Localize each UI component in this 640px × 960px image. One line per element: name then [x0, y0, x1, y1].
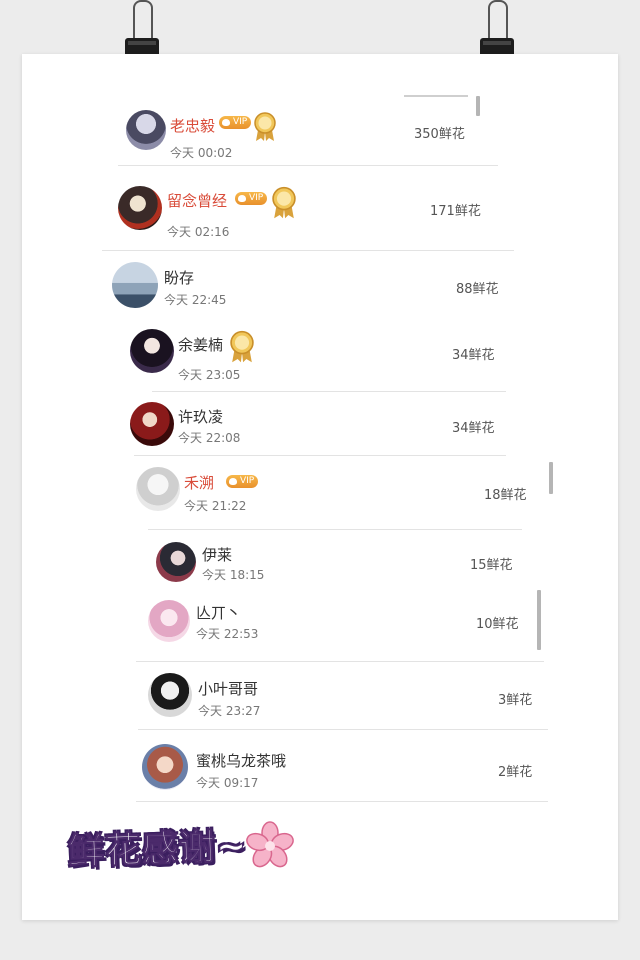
row-divider	[152, 391, 506, 392]
timestamp: 今天 22:08	[178, 431, 241, 445]
row-divider	[148, 529, 522, 530]
avatar[interactable]	[148, 673, 192, 717]
user-name[interactable]: 禾溯	[184, 472, 214, 493]
avatar[interactable]	[130, 329, 174, 373]
list-item[interactable]: 许玖凌 今天 22:08 34鲜花	[122, 394, 506, 456]
list-item[interactable]: 蜜桃乌龙茶哦 今天 09:17 2鲜花	[136, 734, 548, 802]
list-item[interactable]: 留念曾经 VIP 今天 02:16 171鲜花	[102, 172, 514, 251]
list-item[interactable]: 伊莱 今天 18:15 15鲜花	[150, 534, 522, 590]
timestamp: 今天 23:05	[178, 368, 241, 382]
row-divider	[134, 455, 506, 456]
avatar[interactable]	[126, 110, 166, 150]
avatar[interactable]	[118, 186, 162, 230]
timestamp: 今天 23:27	[198, 704, 261, 718]
medal-icon	[272, 186, 296, 219]
avatar[interactable]	[130, 402, 174, 446]
list-item[interactable]: 亾丌丶 今天 22:53 10鲜花	[136, 594, 544, 662]
flower-count: 2鲜花	[498, 765, 533, 780]
flower-count: 18鲜花	[484, 488, 527, 503]
scrollbar[interactable]	[537, 590, 541, 650]
user-name[interactable]: 小叶哥哥	[198, 678, 258, 699]
timestamp: 今天 22:53	[196, 627, 259, 641]
list-item[interactable]: 余姜楠 今天 23:05 34鲜花	[122, 322, 506, 392]
top-crop-edge	[404, 95, 468, 97]
flower-count: 171鲜花	[430, 204, 481, 219]
avatar[interactable]	[112, 262, 158, 308]
avatar[interactable]	[136, 467, 180, 511]
flower-count: 3鲜花	[498, 693, 533, 708]
vip-badge: VIP	[226, 475, 259, 488]
list-item[interactable]: 小叶哥哥 今天 23:27 3鲜花	[138, 664, 548, 730]
avatar[interactable]	[142, 744, 188, 790]
flower-count: 15鲜花	[470, 558, 513, 573]
timestamp: 今天 18:15	[202, 568, 265, 582]
user-name[interactable]: 伊莱	[202, 544, 232, 565]
row-divider	[136, 801, 548, 802]
list-item[interactable]: 老忠毅 VIP 今天 00:02 350鲜花	[118, 100, 498, 166]
user-name[interactable]: 盼存	[164, 267, 194, 288]
avatar[interactable]	[148, 600, 190, 642]
timestamp: 今天 22:45	[164, 293, 227, 307]
avatar[interactable]	[156, 542, 196, 582]
cherry-blossom-icon	[246, 821, 294, 868]
vip-badge: VIP	[219, 116, 252, 129]
flower-count: 34鲜花	[452, 348, 495, 363]
scrollbar[interactable]	[549, 462, 553, 494]
user-name[interactable]: 留念曾经	[167, 190, 227, 211]
timestamp: 今天 02:16	[167, 225, 230, 239]
user-name[interactable]: 亾丌丶	[196, 602, 241, 623]
user-name[interactable]: 许玖凌	[178, 406, 223, 427]
medal-icon	[230, 330, 254, 363]
flower-count: 88鲜花	[456, 282, 499, 297]
caption-thanks: 鲜花感谢~	[67, 825, 248, 874]
flower-count: 10鲜花	[476, 617, 519, 632]
row-divider	[118, 165, 498, 166]
row-divider	[102, 250, 514, 251]
user-name[interactable]: 余姜楠	[178, 334, 223, 355]
timestamp: 今天 00:02	[170, 146, 233, 160]
user-name[interactable]: 蜜桃乌龙茶哦	[196, 750, 286, 771]
row-divider	[136, 661, 544, 662]
timestamp: 今天 21:22	[184, 499, 247, 513]
list-item[interactable]: 盼存 今天 22:45 88鲜花	[104, 252, 514, 318]
flower-count: 350鲜花	[414, 127, 465, 142]
row-divider	[138, 729, 548, 730]
list-item[interactable]: 禾溯 VIP 今天 21:22 18鲜花	[130, 458, 527, 530]
flower-count: 34鲜花	[452, 421, 495, 436]
timestamp: 今天 09:17	[196, 776, 259, 790]
vip-badge: VIP	[235, 192, 268, 205]
medal-icon	[254, 112, 276, 141]
user-name[interactable]: 老忠毅	[170, 115, 215, 136]
